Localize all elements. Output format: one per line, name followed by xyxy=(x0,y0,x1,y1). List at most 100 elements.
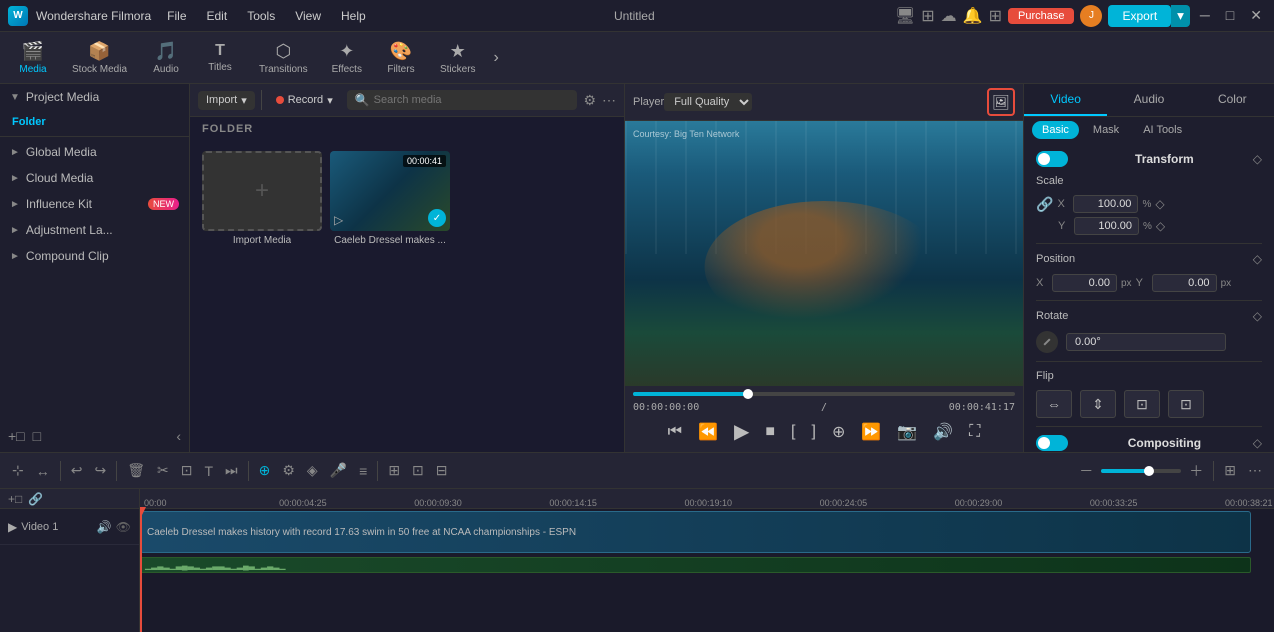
record-button[interactable]: Record ▾ xyxy=(268,91,341,110)
toolbar-filters[interactable]: 🎨 Filters xyxy=(376,37,426,79)
screenshot-button[interactable]: 🖼 xyxy=(987,88,1015,116)
toolbar-media[interactable]: 🎬 Media xyxy=(8,37,58,79)
add-folder-icon[interactable]: +□ xyxy=(8,428,25,444)
forward-button[interactable]: ⏭ xyxy=(221,460,242,481)
toolbar-audio[interactable]: 🎵 Audio xyxy=(141,37,191,79)
menu-edit[interactable]: Edit xyxy=(199,7,236,25)
scale-x-keyframe[interactable]: ◇ xyxy=(1155,197,1164,211)
select-tool-button[interactable]: ⊹ xyxy=(8,460,28,481)
link-track-icon[interactable]: 🔗 xyxy=(28,492,43,506)
in-point-button[interactable]: [ xyxy=(787,421,799,443)
undo-button[interactable]: ↩ xyxy=(67,460,87,481)
tab-audio[interactable]: Audio xyxy=(1107,84,1190,116)
transform-keyframe-icon[interactable]: ◇ xyxy=(1253,152,1262,166)
frame-forward-button[interactable]: ⏩ xyxy=(857,420,885,444)
skip-back-button[interactable]: ⏮ xyxy=(664,421,686,443)
add-to-timeline-button[interactable]: ⊕ xyxy=(828,420,849,444)
fullscreen-button[interactable]: ⛶ xyxy=(965,421,984,443)
crop-button[interactable]: ⊡ xyxy=(177,460,197,481)
position-keyframe[interactable]: ◇ xyxy=(1253,252,1262,266)
rotate-keyframe[interactable]: ◇ xyxy=(1253,309,1262,323)
play-button[interactable]: ▶ xyxy=(730,417,753,446)
folder-icon[interactable]: □ xyxy=(33,428,41,444)
text-button[interactable]: T xyxy=(200,461,217,481)
import-button[interactable]: Import ▾ xyxy=(198,91,255,110)
scale-y-keyframe[interactable]: ◇ xyxy=(1156,219,1165,233)
import-media-thumb[interactable]: + xyxy=(202,151,322,231)
snapshot-button[interactable]: 📷 xyxy=(893,420,921,444)
rotate-input[interactable] xyxy=(1066,333,1226,351)
redo-button[interactable]: ↪ xyxy=(90,460,110,481)
sidebar-item-compound-clip[interactable]: ► Compound Clip xyxy=(0,243,189,269)
toolbar-titles[interactable]: T Titles xyxy=(195,38,245,77)
collapse-panel-button[interactable]: ‹ xyxy=(176,428,181,444)
purchase-button[interactable]: Purchase xyxy=(1008,8,1074,24)
zoom-in-button[interactable]: ＋ xyxy=(1185,459,1207,483)
sidebar-item-adjustment-layer[interactable]: ► Adjustment La... xyxy=(0,217,189,243)
toolbar-more-button[interactable]: › xyxy=(490,45,503,71)
audio-track-button[interactable]: ≡ xyxy=(355,461,371,481)
tab-color[interactable]: Color xyxy=(1191,84,1274,116)
flip-option4-button[interactable]: ⊡ xyxy=(1168,390,1204,418)
timeline-clip[interactable]: Caeleb Dressel makes history with record… xyxy=(140,511,1251,553)
timeline-option2[interactable]: ⊡ xyxy=(408,460,428,481)
stop-button[interactable]: ■ xyxy=(761,421,779,443)
menu-file[interactable]: File xyxy=(159,7,194,25)
sidebar-item-global-media[interactable]: ► Global Media xyxy=(0,139,189,165)
export-dropdown[interactable]: ▾ xyxy=(1171,5,1190,27)
more-options-icon[interactable]: ⋯ xyxy=(602,92,616,109)
subtab-basic[interactable]: Basic xyxy=(1032,121,1079,139)
tab-video[interactable]: Video xyxy=(1024,84,1107,116)
compositing-keyframe-icon[interactable]: ◇ xyxy=(1253,436,1262,450)
sidebar-item-influence-kit[interactable]: ► Influence Kit NEW xyxy=(0,191,189,217)
transform-toggle[interactable] xyxy=(1036,151,1068,167)
video-thumb[interactable]: 00:00:41 ✓ ▷ xyxy=(330,151,450,231)
rotate-handle[interactable] xyxy=(1036,331,1058,353)
timeline-option3[interactable]: ⊟ xyxy=(432,460,452,481)
mask-button[interactable]: ◈ xyxy=(303,460,322,481)
zoom-out-button[interactable]: － xyxy=(1075,459,1097,483)
flip-horizontal-button[interactable]: ⇔ xyxy=(1036,390,1072,418)
export-button[interactable]: Export xyxy=(1108,5,1171,27)
toolbar-stickers[interactable]: ★ Stickers xyxy=(430,37,486,79)
audio-clip[interactable]: ▁▂▃▂▁▃▄▃▂▁▂▃▃▂▁▂▄▃▁▂▃▂▁ xyxy=(140,557,1251,573)
out-point-button[interactable]: ] xyxy=(808,421,820,443)
grid-view-button[interactable]: ⊞ xyxy=(1220,460,1240,481)
more-tl-button[interactable]: ⋯ xyxy=(1244,460,1266,481)
frame-back-button[interactable]: ⏪ xyxy=(694,420,722,444)
menu-tools[interactable]: Tools xyxy=(239,7,283,25)
filter-options-icon[interactable]: ⚙ xyxy=(583,92,596,109)
mark-button[interactable]: ⊕ xyxy=(255,460,275,481)
subtab-mask[interactable]: Mask xyxy=(1083,121,1129,139)
scale-y-input[interactable] xyxy=(1074,217,1139,235)
settings-button[interactable]: ⚙ xyxy=(278,460,299,481)
scale-x-input[interactable] xyxy=(1073,195,1138,213)
toolbar-effects[interactable]: ✦ Effects xyxy=(322,37,372,79)
progress-bar[interactable] xyxy=(633,392,1015,396)
track-eye-icon[interactable]: 👁 xyxy=(116,520,131,534)
toolbar-stock-media[interactable]: 📦 Stock Media xyxy=(62,37,137,79)
minimize-button[interactable]: ─ xyxy=(1196,7,1214,24)
close-button[interactable]: ✕ xyxy=(1246,7,1266,24)
sidebar-item-folder[interactable]: Folder xyxy=(0,110,189,134)
audio-button[interactable]: 🔊 xyxy=(929,420,957,444)
cut-button[interactable]: ✂ xyxy=(153,460,173,481)
subtab-ai-tools[interactable]: AI Tools xyxy=(1133,121,1192,139)
sidebar-item-cloud-media[interactable]: ► Cloud Media xyxy=(0,165,189,191)
quality-select[interactable]: Full Quality xyxy=(664,93,752,111)
track-speaker-icon[interactable]: 🔊 xyxy=(97,520,112,534)
track-select-button[interactable]: ↔ xyxy=(32,461,54,481)
add-track-icon[interactable]: +□ xyxy=(8,492,22,506)
zoom-slider[interactable] xyxy=(1101,469,1181,473)
sidebar-item-project-media[interactable]: ▼ Project Media xyxy=(0,84,189,110)
toolbar-transitions[interactable]: ⬡ Transitions xyxy=(249,37,318,79)
flip-option3-button[interactable]: ⊡ xyxy=(1124,390,1160,418)
position-x-input[interactable] xyxy=(1052,274,1117,292)
mic-button[interactable]: 🎤 xyxy=(326,460,351,481)
maximize-button[interactable]: □ xyxy=(1222,7,1238,24)
delete-button[interactable]: 🗑 xyxy=(123,460,149,481)
position-y-input[interactable] xyxy=(1152,274,1217,292)
video-media-item[interactable]: 00:00:41 ✓ ▷ Caeleb Dressel makes ... xyxy=(330,151,450,246)
timeline-option1[interactable]: ⊞ xyxy=(384,460,404,481)
menu-view[interactable]: View xyxy=(287,7,329,25)
